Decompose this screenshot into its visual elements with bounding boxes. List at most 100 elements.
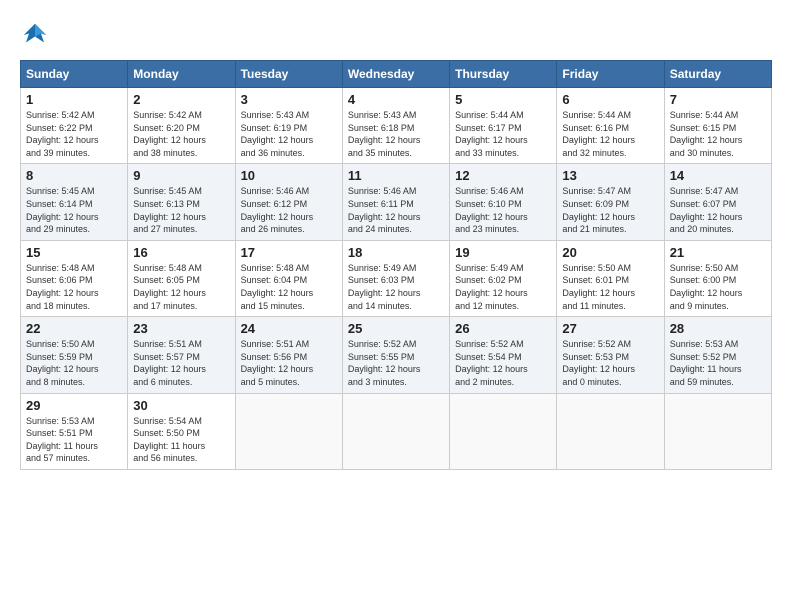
day-number: 1 bbox=[26, 92, 122, 107]
week-row-2: 8 Sunrise: 5:45 AM Sunset: 6:14 PM Daylig… bbox=[21, 164, 772, 240]
day-info: Sunrise: 5:53 AM Sunset: 5:51 PM Dayligh… bbox=[26, 415, 122, 465]
day-number: 20 bbox=[562, 245, 658, 260]
day-number: 24 bbox=[241, 321, 337, 336]
weekday-header-thursday: Thursday bbox=[450, 61, 557, 88]
day-number: 6 bbox=[562, 92, 658, 107]
day-cell-10: 10 Sunrise: 5:46 AM Sunset: 6:12 PM Dayli… bbox=[235, 164, 342, 240]
week-row-4: 22 Sunrise: 5:50 AM Sunset: 5:59 PM Dayli… bbox=[21, 317, 772, 393]
page-header bbox=[20, 20, 772, 50]
day-cell-7: 7 Sunrise: 5:44 AM Sunset: 6:15 PM Daylig… bbox=[664, 88, 771, 164]
day-cell-16: 16 Sunrise: 5:48 AM Sunset: 6:05 PM Dayli… bbox=[128, 240, 235, 316]
day-info: Sunrise: 5:51 AM Sunset: 5:56 PM Dayligh… bbox=[241, 338, 337, 388]
day-cell-23: 23Sunrise: 5:51 AM Sunset: 5:57 PM Dayli… bbox=[128, 317, 235, 393]
day-cell-3: 3 Sunrise: 5:43 AM Sunset: 6:19 PM Daylig… bbox=[235, 88, 342, 164]
logo bbox=[20, 20, 54, 50]
day-info: Sunrise: 5:51 AM Sunset: 5:57 PM Dayligh… bbox=[133, 338, 229, 388]
week-row-5: 29 Sunrise: 5:53 AM Sunset: 5:51 PM Dayli… bbox=[21, 393, 772, 469]
day-number: 11 bbox=[348, 168, 444, 183]
weekday-header-row: SundayMondayTuesdayWednesdayThursdayFrid… bbox=[21, 61, 772, 88]
day-number: 13 bbox=[562, 168, 658, 183]
day-cell-11: 11 Sunrise: 5:46 AM Sunset: 6:11 PM Dayli… bbox=[342, 164, 449, 240]
day-number: 21 bbox=[670, 245, 766, 260]
day-number: 17 bbox=[241, 245, 337, 260]
day-info: Sunrise: 5:50 AM Sunset: 5:59 PM Dayligh… bbox=[26, 338, 122, 388]
day-info: Sunrise: 5:50 AM Sunset: 6:01 PM Dayligh… bbox=[562, 262, 658, 312]
week-row-3: 15 Sunrise: 5:48 AM Sunset: 6:06 PM Dayli… bbox=[21, 240, 772, 316]
day-cell-6: 6Sunrise: 5:44 AM Sunset: 6:16 PM Daylig… bbox=[557, 88, 664, 164]
logo-icon bbox=[20, 20, 50, 50]
weekday-header-monday: Monday bbox=[128, 61, 235, 88]
day-number: 30 bbox=[133, 398, 229, 413]
day-cell-4: 4 Sunrise: 5:43 AM Sunset: 6:18 PM Daylig… bbox=[342, 88, 449, 164]
day-cell-27: 27 Sunrise: 5:52 AM Sunset: 5:53 PM Dayli… bbox=[557, 317, 664, 393]
day-number: 15 bbox=[26, 245, 122, 260]
empty-cell bbox=[557, 393, 664, 469]
day-cell-17: 17 Sunrise: 5:48 AM Sunset: 6:04 PM Dayli… bbox=[235, 240, 342, 316]
weekday-header-wednesday: Wednesday bbox=[342, 61, 449, 88]
weekday-header-tuesday: Tuesday bbox=[235, 61, 342, 88]
day-info: Sunrise: 5:44 AM Sunset: 6:15 PM Dayligh… bbox=[670, 109, 766, 159]
day-number: 9 bbox=[133, 168, 229, 183]
day-number: 12 bbox=[455, 168, 551, 183]
day-info: Sunrise: 5:46 AM Sunset: 6:11 PM Dayligh… bbox=[348, 185, 444, 235]
day-cell-20: 20 Sunrise: 5:50 AM Sunset: 6:01 PM Dayli… bbox=[557, 240, 664, 316]
day-info: Sunrise: 5:42 AM Sunset: 6:20 PM Dayligh… bbox=[133, 109, 229, 159]
day-number: 27 bbox=[562, 321, 658, 336]
day-info: Sunrise: 5:46 AM Sunset: 6:10 PM Dayligh… bbox=[455, 185, 551, 235]
day-cell-18: 18Sunrise: 5:49 AM Sunset: 6:03 PM Dayli… bbox=[342, 240, 449, 316]
weekday-header-saturday: Saturday bbox=[664, 61, 771, 88]
day-info: Sunrise: 5:48 AM Sunset: 6:04 PM Dayligh… bbox=[241, 262, 337, 312]
day-cell-24: 24 Sunrise: 5:51 AM Sunset: 5:56 PM Dayli… bbox=[235, 317, 342, 393]
day-number: 22 bbox=[26, 321, 122, 336]
week-row-1: 1Sunrise: 5:42 AM Sunset: 6:22 PM Daylig… bbox=[21, 88, 772, 164]
day-info: Sunrise: 5:48 AM Sunset: 6:05 PM Dayligh… bbox=[133, 262, 229, 312]
day-info: Sunrise: 5:53 AM Sunset: 5:52 PM Dayligh… bbox=[670, 338, 766, 388]
day-number: 3 bbox=[241, 92, 337, 107]
day-cell-19: 19 Sunrise: 5:49 AM Sunset: 6:02 PM Dayli… bbox=[450, 240, 557, 316]
day-info: Sunrise: 5:52 AM Sunset: 5:54 PM Dayligh… bbox=[455, 338, 551, 388]
day-number: 16 bbox=[133, 245, 229, 260]
day-cell-15: 15 Sunrise: 5:48 AM Sunset: 6:06 PM Dayli… bbox=[21, 240, 128, 316]
day-number: 7 bbox=[670, 92, 766, 107]
day-info: Sunrise: 5:43 AM Sunset: 6:19 PM Dayligh… bbox=[241, 109, 337, 159]
calendar-table: SundayMondayTuesdayWednesdayThursdayFrid… bbox=[20, 60, 772, 470]
day-info: Sunrise: 5:48 AM Sunset: 6:06 PM Dayligh… bbox=[26, 262, 122, 312]
day-info: Sunrise: 5:52 AM Sunset: 5:53 PM Dayligh… bbox=[562, 338, 658, 388]
day-number: 25 bbox=[348, 321, 444, 336]
day-info: Sunrise: 5:49 AM Sunset: 6:02 PM Dayligh… bbox=[455, 262, 551, 312]
day-number: 5 bbox=[455, 92, 551, 107]
day-info: Sunrise: 5:54 AM Sunset: 5:50 PM Dayligh… bbox=[133, 415, 229, 465]
day-number: 14 bbox=[670, 168, 766, 183]
weekday-header-sunday: Sunday bbox=[21, 61, 128, 88]
day-number: 18 bbox=[348, 245, 444, 260]
empty-cell bbox=[450, 393, 557, 469]
day-cell-29: 29 Sunrise: 5:53 AM Sunset: 5:51 PM Dayli… bbox=[21, 393, 128, 469]
day-info: Sunrise: 5:46 AM Sunset: 6:12 PM Dayligh… bbox=[241, 185, 337, 235]
day-info: Sunrise: 5:45 AM Sunset: 6:13 PM Dayligh… bbox=[133, 185, 229, 235]
day-info: Sunrise: 5:50 AM Sunset: 6:00 PM Dayligh… bbox=[670, 262, 766, 312]
day-number: 26 bbox=[455, 321, 551, 336]
day-cell-12: 12 Sunrise: 5:46 AM Sunset: 6:10 PM Dayli… bbox=[450, 164, 557, 240]
day-cell-8: 8 Sunrise: 5:45 AM Sunset: 6:14 PM Daylig… bbox=[21, 164, 128, 240]
day-info: Sunrise: 5:43 AM Sunset: 6:18 PM Dayligh… bbox=[348, 109, 444, 159]
day-number: 4 bbox=[348, 92, 444, 107]
day-number: 29 bbox=[26, 398, 122, 413]
day-info: Sunrise: 5:47 AM Sunset: 6:09 PM Dayligh… bbox=[562, 185, 658, 235]
day-number: 8 bbox=[26, 168, 122, 183]
day-cell-2: 2 Sunrise: 5:42 AM Sunset: 6:20 PM Daylig… bbox=[128, 88, 235, 164]
day-cell-13: 13 Sunrise: 5:47 AM Sunset: 6:09 PM Dayli… bbox=[557, 164, 664, 240]
day-number: 10 bbox=[241, 168, 337, 183]
day-cell-5: 5Sunrise: 5:44 AM Sunset: 6:17 PM Daylig… bbox=[450, 88, 557, 164]
day-info: Sunrise: 5:52 AM Sunset: 5:55 PM Dayligh… bbox=[348, 338, 444, 388]
day-cell-28: 28Sunrise: 5:53 AM Sunset: 5:52 PM Dayli… bbox=[664, 317, 771, 393]
day-cell-30: 30 Sunrise: 5:54 AM Sunset: 5:50 PM Dayli… bbox=[128, 393, 235, 469]
empty-cell bbox=[235, 393, 342, 469]
day-cell-1: 1Sunrise: 5:42 AM Sunset: 6:22 PM Daylig… bbox=[21, 88, 128, 164]
day-cell-9: 9 Sunrise: 5:45 AM Sunset: 6:13 PM Daylig… bbox=[128, 164, 235, 240]
empty-cell bbox=[342, 393, 449, 469]
day-number: 2 bbox=[133, 92, 229, 107]
day-number: 19 bbox=[455, 245, 551, 260]
day-info: Sunrise: 5:45 AM Sunset: 6:14 PM Dayligh… bbox=[26, 185, 122, 235]
day-cell-26: 26 Sunrise: 5:52 AM Sunset: 5:54 PM Dayli… bbox=[450, 317, 557, 393]
weekday-header-friday: Friday bbox=[557, 61, 664, 88]
